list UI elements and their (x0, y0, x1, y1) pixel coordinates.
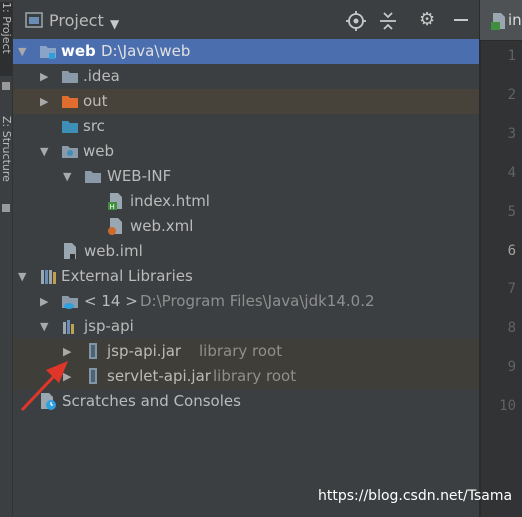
tree-row-web-module[interactable]: ▼ web D:\Java\web (13, 39, 479, 64)
project-view-icon (25, 12, 43, 28)
folder-icon (85, 171, 101, 183)
project-tab-icon (2, 82, 10, 90)
locate-icon[interactable] (346, 11, 366, 31)
collapsed-arrow-icon[interactable]: ▶ (63, 370, 71, 383)
tree-row-index-html[interactable]: H index.html (13, 189, 479, 214)
tree-row-idea[interactable]: ▶ .idea (13, 64, 479, 89)
tree-label: WEB-INF (107, 167, 172, 185)
collapsed-arrow-icon[interactable]: ▶ (40, 95, 48, 108)
watermark: https://blog.csdn.net/Tsama (318, 488, 513, 504)
line-number: 5 (507, 203, 516, 220)
tree-row-scratches[interactable]: Scratches and Consoles (13, 389, 479, 414)
tree-label: web (83, 142, 115, 160)
jdk-icon (62, 296, 78, 309)
tree-label: .idea (83, 67, 120, 85)
line-number: 2 (507, 86, 516, 103)
tree-label: jsp-api.jar (107, 342, 182, 360)
expand-arrow-icon[interactable]: ▼ (18, 270, 26, 283)
tree-row-web-folder[interactable]: ▼ web (13, 139, 479, 164)
line-number: 8 (507, 320, 516, 337)
structure-tab-icon (2, 204, 10, 212)
expand-arrow-icon[interactable]: ▼ (40, 145, 48, 158)
libraries-icon (41, 270, 56, 284)
expand-arrow-icon[interactable]: ▼ (40, 320, 48, 333)
library-icon (63, 320, 74, 334)
collapsed-arrow-icon[interactable]: ▶ (63, 345, 71, 358)
tree-label: External Libraries (61, 267, 193, 285)
xml-file-icon (108, 218, 122, 235)
project-panel: Project ▼ ⚙ ▼ web D:\Java\web ▶ .idea ▶ … (13, 0, 479, 517)
svg-text:H: H (110, 203, 115, 210)
tree-label: servlet-api.jar (107, 367, 211, 385)
line-number: 4 (507, 164, 516, 181)
tree-label: Scratches and Consoles (62, 392, 241, 410)
line-number: 3 (507, 125, 516, 142)
tree-row-web-iml[interactable]: web.iml (13, 239, 479, 264)
tree-row-jsp-api[interactable]: ▼ jsp-api (13, 314, 479, 339)
panel-title[interactable]: Project (49, 11, 104, 30)
source-folder-icon (62, 121, 78, 133)
tree-row-jdk[interactable]: ▶ < 14 > D:\Program Files\Java\jdk14.0.2 (13, 289, 479, 314)
tree-label: web (61, 42, 96, 60)
html-file-icon: H (108, 193, 122, 210)
tree-row-src[interactable]: src (13, 114, 479, 139)
line-number: 9 (507, 359, 516, 376)
scratches-icon (41, 393, 56, 410)
library-root-hint: library root (213, 367, 297, 385)
minimize-icon[interactable] (453, 12, 469, 28)
line-number: 6 (507, 242, 516, 259)
collapsed-arrow-icon[interactable]: ▶ (40, 70, 48, 83)
tool-window-strip: 1: Project Z: Structure (0, 0, 13, 517)
html-file-icon (491, 13, 505, 30)
editor-tab[interactable]: in (480, 0, 522, 41)
collapse-icon[interactable] (379, 11, 397, 31)
tree-path-hint: D:\Java\web (101, 42, 191, 60)
tree-label: src (83, 117, 105, 135)
tree-label: < 14 > (84, 292, 138, 310)
tree-row-out[interactable]: ▶ out (13, 89, 479, 114)
expand-arrow-icon[interactable]: ▼ (63, 170, 71, 183)
collapsed-arrow-icon[interactable]: ▶ (40, 295, 48, 308)
excluded-folder-icon (62, 96, 78, 108)
module-folder-icon (40, 46, 56, 59)
tree-row-external-libraries[interactable]: ▼ External Libraries (13, 264, 479, 289)
tree-label: web.xml (130, 217, 194, 235)
folder-icon (62, 71, 78, 83)
expand-arrow-icon[interactable]: ▼ (18, 45, 26, 58)
editor-gutter (480, 0, 522, 517)
jar-icon (89, 368, 97, 384)
tree-row-servlet-api-jar[interactable]: ▶ servlet-api.jar library root (13, 364, 479, 389)
tab-project[interactable]: 1: Project (0, 2, 13, 76)
editor-tab-label: in (508, 11, 522, 29)
line-number: 7 (507, 281, 516, 298)
tree-label: web.iml (84, 242, 143, 260)
tree-path-hint: D:\Program Files\Java\jdk14.0.2 (140, 292, 375, 310)
line-number: 10 (499, 398, 516, 415)
jar-icon (89, 343, 97, 359)
tree-label: index.html (130, 192, 210, 210)
gear-icon[interactable]: ⚙ (419, 10, 435, 30)
view-dropdown-icon[interactable]: ▼ (110, 14, 119, 34)
library-root-hint: library root (199, 342, 283, 360)
tree-row-web-xml[interactable]: web.xml (13, 214, 479, 239)
tab-structure[interactable]: Z: Structure (0, 116, 13, 200)
tree-row-web-inf[interactable]: ▼ WEB-INF (13, 164, 479, 189)
web-folder-icon (62, 146, 78, 158)
line-number: 1 (507, 48, 516, 64)
panel-header: Project ▼ ⚙ (13, 0, 479, 41)
iml-file-icon (64, 243, 76, 259)
tree-label: jsp-api (84, 317, 134, 335)
tree-label: out (83, 92, 108, 110)
tree-row-jsp-api-jar[interactable]: ▶ jsp-api.jar library root (13, 339, 479, 364)
